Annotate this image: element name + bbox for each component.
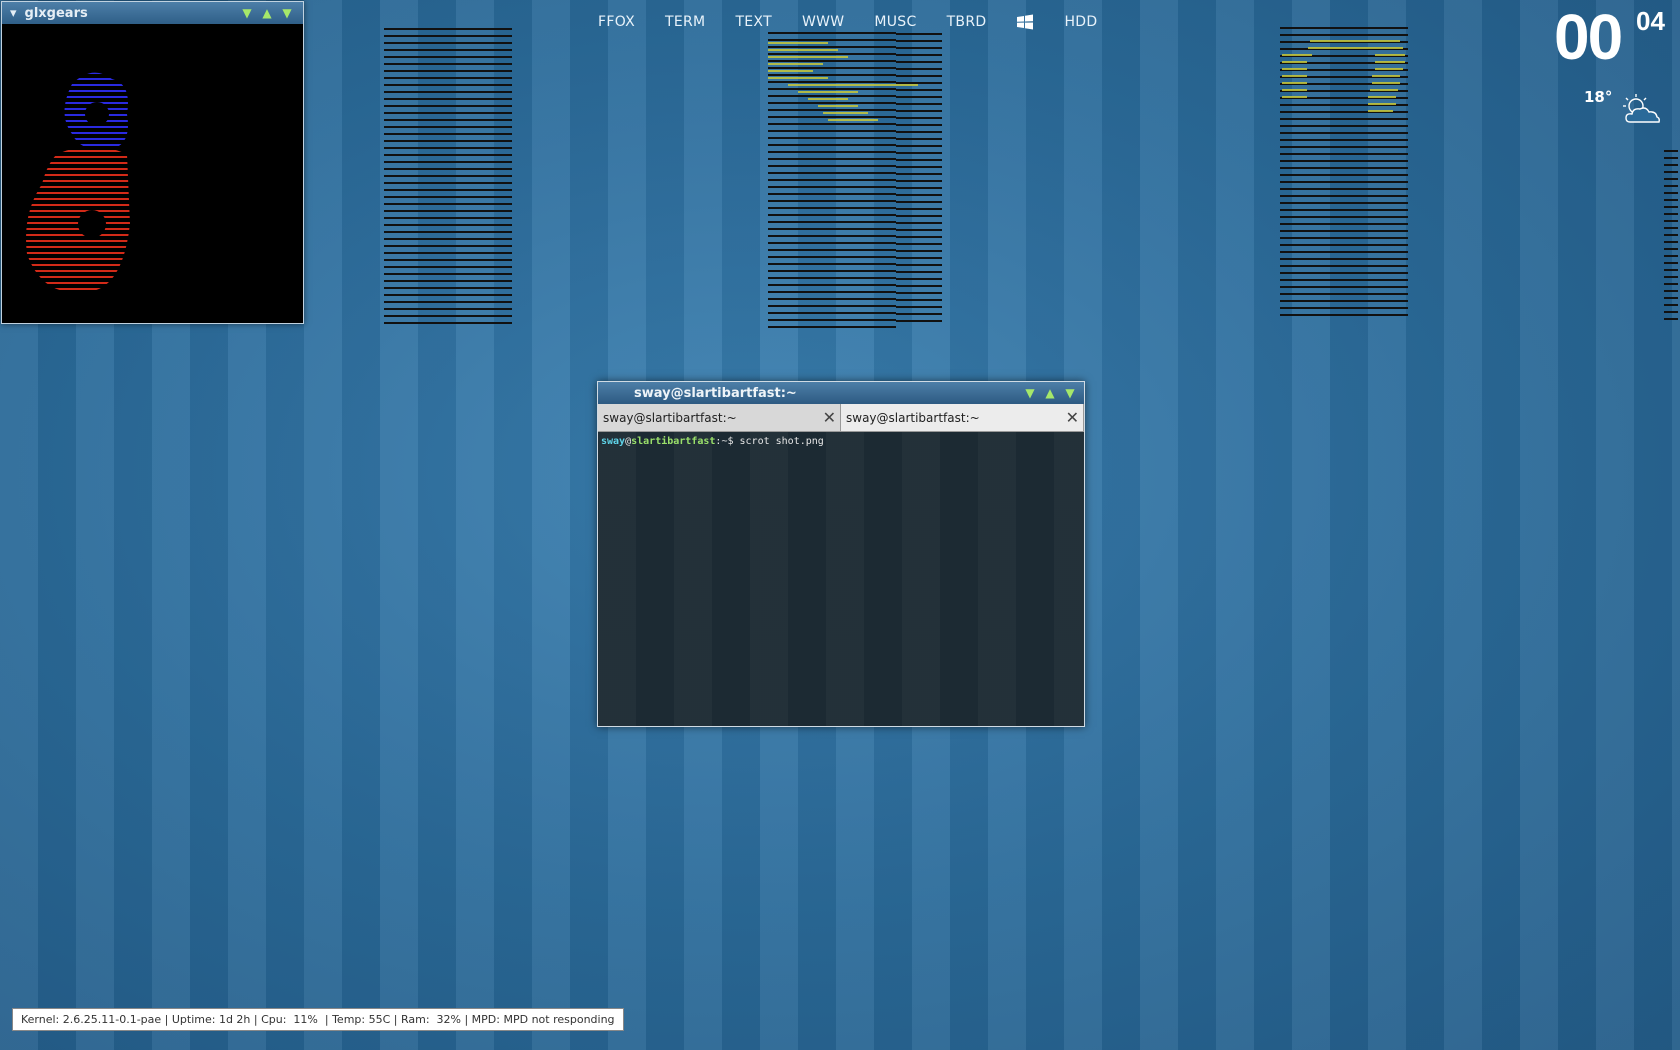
clock-minutes: 04 — [1636, 6, 1665, 36]
terminal-output[interactable]: sway@slartibartfast:~$ scrot shot.png — [598, 432, 1084, 726]
shade-icon[interactable]: ▼ — [1060, 386, 1080, 400]
prompt-user: sway — [601, 436, 626, 447]
desktop-yellow-shape-2 — [1282, 40, 1405, 112]
tab-label: sway@slartibartfast:~ — [603, 410, 737, 425]
clock-widget: 00 04 — [1554, 0, 1665, 74]
desktop-stripe-widget-5 — [1664, 150, 1678, 320]
system-status-bar: Kernel: 2.6.25.11-0.1-pae | Uptime: 1d 2… — [12, 1008, 624, 1031]
glxgears-window[interactable]: ▾ glxgears ▼ ▲ ▼ — [1, 1, 304, 324]
workspace-bar: FFOX TERM TEXT WWW MUSC TBRD HDD — [598, 14, 1127, 30]
desktop-yellow-shape-1 — [768, 42, 918, 121]
workspace-ffox[interactable]: FFOX — [598, 14, 635, 30]
maximize-icon[interactable]: ▲ — [1040, 386, 1060, 400]
maximize-icon[interactable]: ▲ — [257, 6, 277, 20]
partly-cloudy-icon — [1623, 94, 1661, 123]
terminal-window[interactable]: sway@slartibartfast:~ ▼ ▲ ▼ sway@slartib… — [597, 381, 1085, 727]
workspace-musc[interactable]: MUSC — [874, 14, 916, 30]
terminal-tab-bar: sway@slartibartfast:~ ✕ sway@slartibartf… — [598, 404, 1084, 432]
glxgears-titlebar[interactable]: ▾ glxgears ▼ ▲ ▼ — [2, 2, 303, 24]
window-menu-icon[interactable]: ▾ — [10, 6, 17, 21]
terminal-titlebar[interactable]: sway@slartibartfast:~ ▼ ▲ ▼ — [598, 382, 1084, 404]
shade-icon[interactable]: ▼ — [277, 6, 297, 20]
desktop-stripe-widget-1 — [384, 26, 512, 324]
workspace-tbrd[interactable]: TBRD — [947, 14, 987, 30]
status-text: Kernel: 2.6.25.11-0.1-pae | Uptime: 1d 2… — [21, 1013, 615, 1026]
glxgears-render — [26, 72, 130, 293]
terminal-tab-1[interactable]: sway@slartibartfast:~ ✕ — [598, 404, 841, 431]
weather-temperature: 18° — [1584, 88, 1613, 106]
terminal-title: sway@slartibartfast:~ — [634, 385, 797, 401]
close-tab-icon[interactable]: ✕ — [823, 408, 836, 427]
workspace-text[interactable]: TEXT — [735, 14, 772, 30]
workspace-windows[interactable] — [1016, 14, 1034, 30]
workspace-term[interactable]: TERM — [665, 14, 705, 30]
prompt-host: slartibartfast — [631, 436, 716, 447]
weather-widget: 18° — [1584, 88, 1664, 128]
windows-logo-icon — [1017, 14, 1034, 30]
workspace-hdd[interactable]: HDD — [1064, 14, 1097, 30]
prompt-path: :~$ — [715, 436, 740, 447]
minimize-icon[interactable]: ▼ — [237, 6, 257, 20]
minimize-icon[interactable]: ▼ — [1020, 386, 1040, 400]
tab-label: sway@slartibartfast:~ — [846, 410, 980, 425]
clock-hours: 00 — [1554, 1, 1623, 73]
close-tab-icon[interactable]: ✕ — [1066, 408, 1079, 427]
workspace-www[interactable]: WWW — [802, 14, 844, 30]
command-text: scrot shot.png — [739, 436, 824, 447]
terminal-tab-2[interactable]: sway@slartibartfast:~ ✕ — [841, 404, 1084, 431]
glxgears-title: glxgears — [24, 5, 88, 21]
